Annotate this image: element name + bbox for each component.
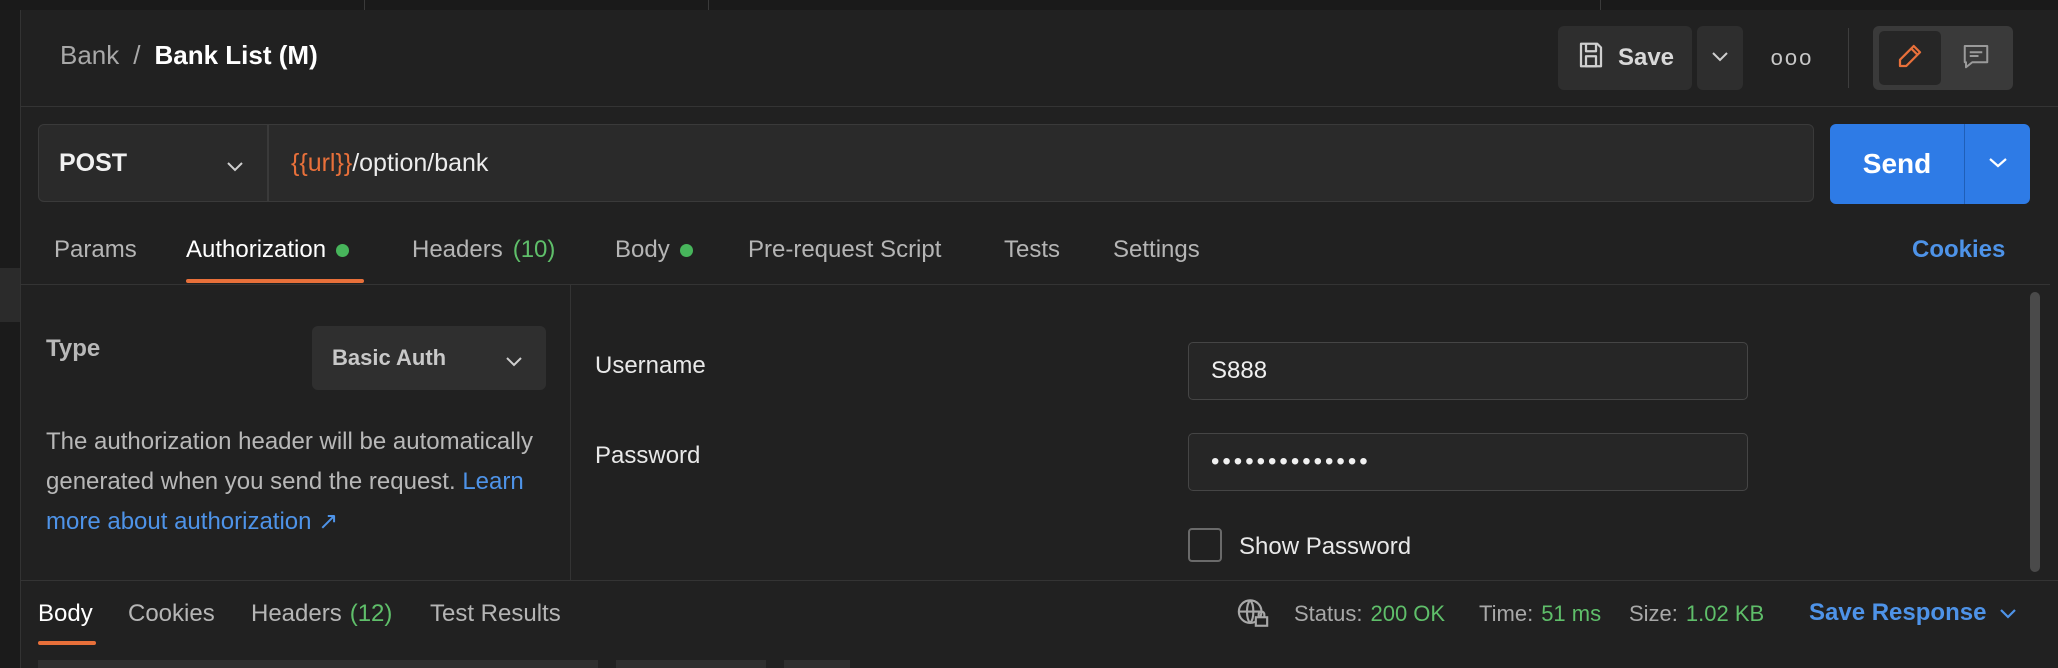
save-icon [1576,40,1606,77]
tab-label: Pre-request Script [748,236,942,263]
show-password-checkbox[interactable] [1188,528,1222,562]
breadcrumb-separator: / [133,40,141,70]
tab-authorization[interactable]: Authorization [186,236,350,264]
username-value: S888 [1211,357,1268,384]
save-label: Save [1617,44,1675,71]
username-label: Username [595,352,706,379]
auth-type-select[interactable]: Basic Auth [312,326,546,390]
headers-count: (10) [512,236,556,263]
password-input[interactable]: •••••••••••••• [1188,433,1748,491]
save-response-button[interactable]: Save Response [1809,599,2018,627]
vertical-scrollbar[interactable] [2030,292,2040,572]
active-indicator-dot [336,243,350,257]
tab-pre-request-script[interactable]: Pre-request Script [748,236,941,264]
method-value: POST [59,148,128,177]
tab-headers[interactable]: Headers (10) [412,236,555,264]
response-tab-body[interactable]: Body [38,600,93,628]
tabs-divider [20,284,2050,285]
response-toolbar-strip [784,660,850,668]
save-button[interactable]: Save [1558,26,1692,90]
tab-params[interactable]: Params [54,236,137,264]
auth-type-label: Type [46,335,101,362]
toolbar-divider [1848,28,1849,88]
more-icon: ooo [1770,45,1814,70]
username-input[interactable]: S888 [1188,342,1748,400]
time-readout: Time: 51 ms [1479,601,1601,627]
tab-label: Test Results [430,600,561,627]
header-divider [20,106,2058,107]
url-input[interactable]: {{url}}/option/bank [268,124,1814,202]
request-title[interactable]: Bank List (M) [155,40,318,71]
active-tab-underline [38,641,96,645]
tab-label: Tests [1004,236,1061,263]
save-response-label: Save Response [1809,599,1987,626]
tab-label: Headers [412,236,503,263]
comments-mode-button[interactable] [1945,31,2007,85]
time-label: Time: [1479,601,1534,626]
chevron-down-icon [225,151,245,180]
top-tab-divider [364,0,365,10]
chevron-down-icon [1987,155,2009,174]
tab-label: Cookies [128,600,215,627]
auth-description: The authorization header will be automat… [46,422,556,542]
pencil-icon [1895,41,1925,76]
response-tab-test-results[interactable]: Test Results [430,600,561,628]
send-button-group: Send [1830,124,2030,204]
cookies-link[interactable]: Cookies [1912,236,2005,264]
sidebar-selection-marker [0,268,20,322]
top-tab-strip [0,0,2058,10]
headers-count: (12) [349,600,393,627]
password-label: Password [595,442,701,469]
breadcrumb-parent[interactable]: Bank [60,40,119,71]
response-divider [20,580,2058,581]
auth-type-value: Basic Auth [332,345,447,370]
tab-tests[interactable]: Tests [1004,236,1060,264]
tab-label: Body [615,236,670,263]
chevron-down-icon [1710,49,1730,68]
tab-label: Authorization [186,236,327,263]
breadcrumb: Bank / Bank List (M) [60,40,318,71]
size-label: Size: [1629,601,1678,626]
url-variable: {{url}} [291,148,353,177]
auth-pane-divider [570,285,571,580]
active-indicator-dot [679,243,693,257]
active-tab-underline [186,279,364,283]
tab-label: Body [38,600,93,627]
status-value[interactable]: 200 OK [1370,601,1445,627]
more-actions-button[interactable]: ooo [1770,40,1814,76]
network-info-icon[interactable] [1236,596,1270,635]
status-readout: Status: 200 OK [1294,601,1445,627]
save-options-button[interactable] [1697,26,1743,90]
response-tab-cookies[interactable]: Cookies [128,600,215,628]
response-tab-headers[interactable]: Headers (12) [251,600,392,628]
method-select[interactable]: POST [38,124,268,202]
response-toolbar-strip [38,660,598,668]
tab-label: Params [54,236,137,263]
response-toolbar-strip [616,660,766,668]
tab-settings[interactable]: Settings [1113,236,1200,264]
chevron-down-icon [1998,599,2018,627]
send-button[interactable]: Send [1830,124,1964,204]
show-password-label[interactable]: Show Password [1239,533,1411,561]
chevron-down-icon [504,348,524,374]
left-sidebar-edge [0,10,21,668]
status-label: Status: [1294,601,1363,626]
tab-label: Settings [1113,236,1200,263]
top-tab-divider [1600,0,1601,10]
auth-description-text: The authorization header will be automat… [46,428,533,495]
url-path: /option/bank [352,148,489,177]
size-value[interactable]: 1.02 KB [1686,601,1764,627]
comment-icon [1961,41,1991,76]
time-value[interactable]: 51 ms [1541,601,1601,627]
password-value: •••••••••••••• [1211,448,1371,475]
send-options-button[interactable] [1965,124,2030,204]
top-tab-divider [708,0,709,10]
tab-label: Headers [251,600,342,627]
size-readout: Size: 1.02 KB [1629,601,1764,627]
tab-body[interactable]: Body [615,236,693,264]
edit-mode-button[interactable] [1879,31,1941,85]
